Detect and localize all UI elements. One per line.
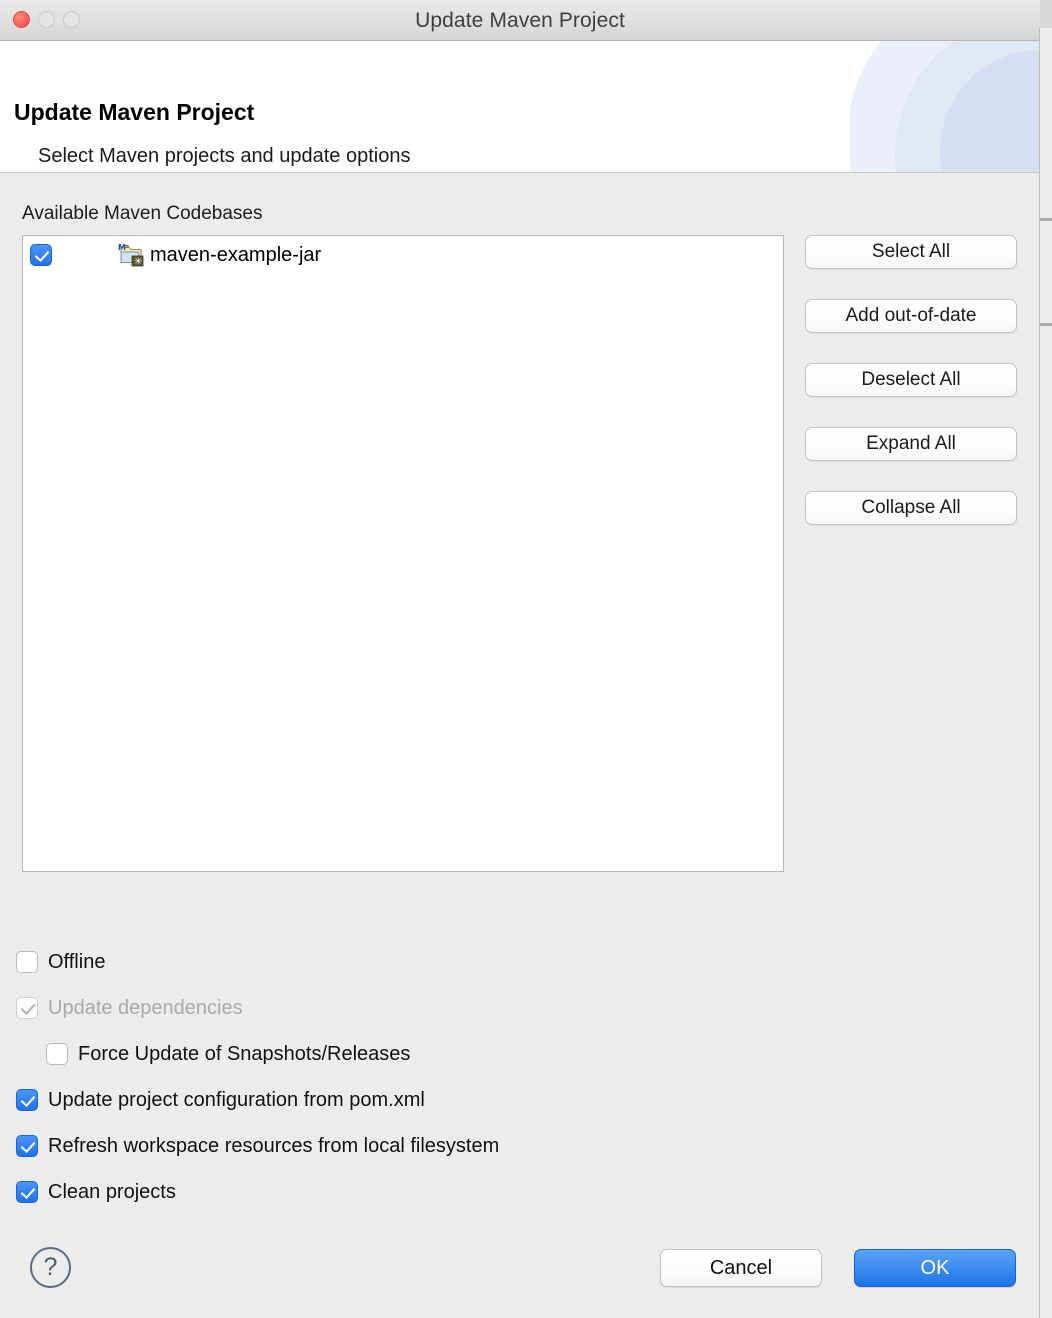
available-codebases-label: Available Maven Codebases — [22, 203, 263, 224]
update-project-configuration-label: Update project configuration from pom.xm… — [48, 1088, 425, 1111]
offline-checkbox[interactable] — [16, 951, 38, 973]
add-out-of-date-button[interactable]: Add out-of-date — [805, 299, 1017, 333]
dialog-header: Update Maven Project Select Maven projec… — [0, 41, 1040, 173]
option-offline-row[interactable]: Offline — [0, 945, 1040, 979]
update-dependencies-label: Update dependencies — [48, 996, 243, 1019]
cancel-button[interactable]: Cancel — [660, 1249, 822, 1287]
help-icon[interactable]: ? — [30, 1247, 71, 1288]
option-update-dependencies-row: Update dependencies — [0, 991, 1040, 1025]
list-action-buttons: Select All Add out-of-date Deselect All … — [805, 235, 1017, 525]
dialog-footer: ? Cancel OK — [0, 1233, 1040, 1318]
refresh-workspace-resources-checkbox[interactable] — [16, 1135, 38, 1157]
option-refresh-workspace-row[interactable]: Refresh workspace resources from local f… — [0, 1129, 1040, 1163]
force-update-snapshots-checkbox[interactable] — [46, 1043, 68, 1065]
window-title: Update Maven Project — [415, 9, 625, 32]
offline-label: Offline — [48, 950, 106, 973]
dialog-window: Update Maven Project Update Maven Projec… — [0, 0, 1040, 1318]
collapse-all-button[interactable]: Collapse All — [805, 491, 1017, 525]
option-clean-projects-row[interactable]: Clean projects — [0, 1175, 1040, 1209]
maven-codebases-list[interactable]: M ✳ maven-example-jar — [22, 235, 784, 872]
maven-project-icon: M ✳ — [118, 243, 144, 268]
clean-projects-checkbox[interactable] — [16, 1181, 38, 1203]
ok-button[interactable]: OK — [854, 1249, 1016, 1287]
title-bar: Update Maven Project — [0, 0, 1040, 41]
svg-text:✳: ✳ — [134, 257, 142, 268]
update-project-configuration-checkbox[interactable] — [16, 1089, 38, 1111]
option-update-project-config-row[interactable]: Update project configuration from pom.xm… — [0, 1083, 1040, 1117]
expand-all-button[interactable]: Expand All — [805, 427, 1017, 461]
footer-action-buttons: Cancel OK — [660, 1249, 1016, 1287]
update-dependencies-checkbox — [16, 997, 38, 1019]
clean-projects-label: Clean projects — [48, 1180, 176, 1203]
update-options-group: Offline Update dependencies Force Update… — [0, 945, 1040, 1221]
header-banner-graphic — [850, 41, 1040, 172]
force-update-snapshots-label: Force Update of Snapshots/Releases — [78, 1042, 411, 1065]
project-name: maven-example-jar — [150, 243, 322, 266]
svg-text:M: M — [118, 243, 126, 252]
page-subtitle: Select Maven projects and update options — [38, 145, 411, 167]
deselect-all-button[interactable]: Deselect All — [805, 363, 1017, 397]
background-window-edge — [1039, 28, 1052, 1318]
option-force-update-row[interactable]: Force Update of Snapshots/Releases — [0, 1037, 1040, 1071]
page-title: Update Maven Project — [14, 99, 255, 125]
refresh-workspace-resources-label: Refresh workspace resources from local f… — [48, 1134, 500, 1157]
select-all-button[interactable]: Select All — [805, 235, 1017, 269]
project-checkbox[interactable] — [30, 244, 52, 266]
dialog-body: Available Maven Codebases M ✳ maven-exam… — [0, 173, 1040, 1318]
list-item[interactable]: M ✳ maven-example-jar — [23, 236, 783, 274]
